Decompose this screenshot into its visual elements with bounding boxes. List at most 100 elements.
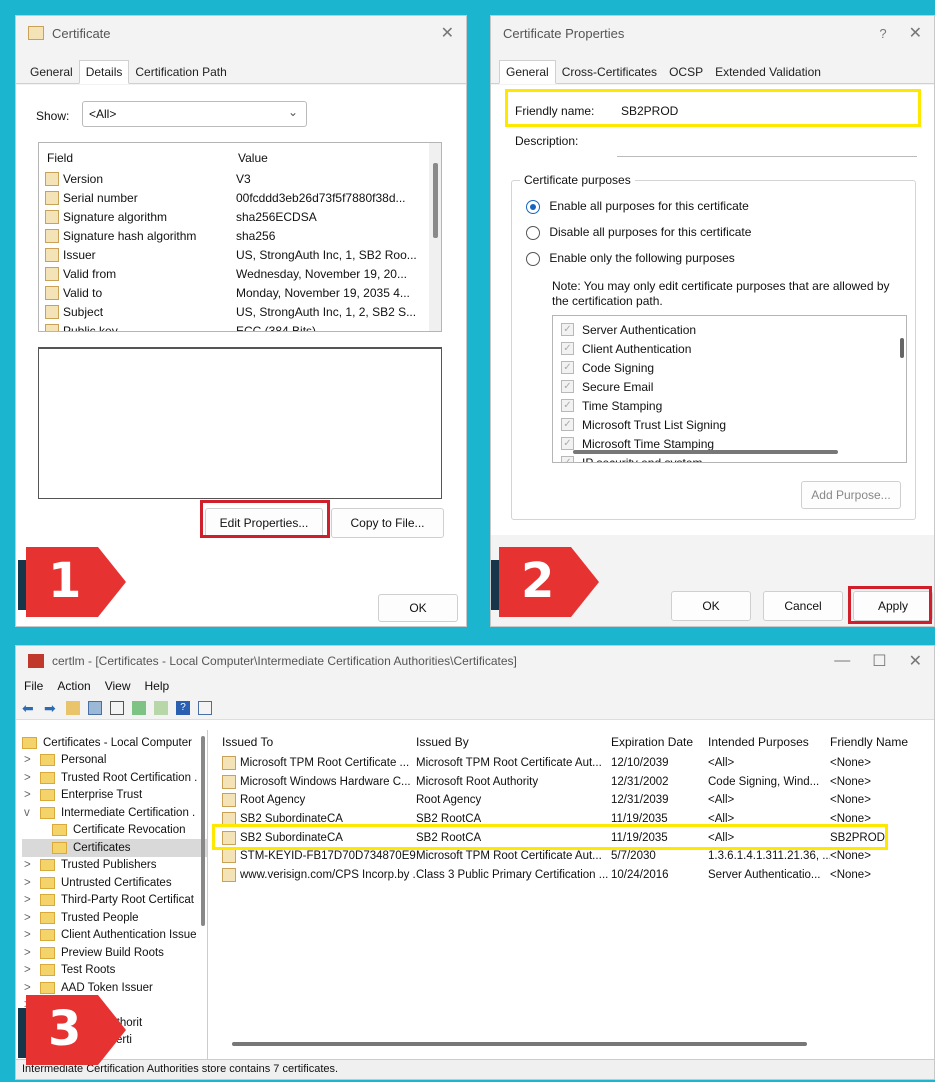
radio-enable-following[interactable]: Enable only the following purposes [526, 251, 735, 266]
close-icon[interactable]: ✕ [909, 651, 922, 671]
certificate-row[interactable]: www.verisign.com/CPS Incorp.by ... Class … [216, 866, 934, 885]
tab-ocsp[interactable]: OCSP [663, 61, 709, 83]
tab-extended-validation[interactable]: Extended Validation [709, 61, 827, 83]
chevron-right-icon[interactable]: > [24, 912, 40, 924]
refresh-icon[interactable] [132, 700, 146, 715]
column-friendly-name[interactable]: Friendly Name [830, 735, 908, 749]
tree-item[interactable]: > Trusted Root Certification . [22, 769, 207, 787]
maximize-icon[interactable]: ☐ [872, 651, 886, 671]
field-row[interactable]: Valid from Wednesday, November 19, 20... [39, 264, 441, 283]
field-row[interactable]: Subject US, StrongAuth Inc, 1, 2, SB2 S..… [39, 302, 441, 321]
show-select[interactable]: <All> ⌄ [82, 101, 307, 127]
chevron-right-icon[interactable]: > [24, 929, 40, 941]
field-row[interactable]: Issuer US, StrongAuth Inc, 1, SB2 Roo... [39, 245, 441, 264]
tree-item[interactable]: > Trusted People [22, 909, 207, 927]
purpose-item[interactable]: ✓ Client Authentication [553, 339, 906, 358]
tree-item[interactable]: > Untrusted Certificates [22, 874, 207, 892]
tree-scrollbar[interactable] [201, 736, 205, 926]
field-row[interactable]: Serial number 00fcddd3eb26d73f5f7880f38d.… [39, 188, 441, 207]
field-row[interactable]: Signature hash algorithm sha256 [39, 226, 441, 245]
checkbox[interactable]: ✓ [561, 361, 574, 374]
chevron-right-icon[interactable]: > [24, 754, 40, 766]
clipboard-icon[interactable] [110, 700, 124, 715]
add-purpose-button[interactable]: Add Purpose... [801, 481, 901, 509]
radio-enable-all[interactable]: Enable all purposes for this certificate [526, 199, 749, 214]
tree-item[interactable]: > AAD Token Issuer [22, 979, 207, 997]
up-folder-icon[interactable] [66, 700, 80, 715]
purpose-item[interactable]: ✓ Secure Email [553, 377, 906, 396]
menu-action[interactable]: Action [57, 679, 90, 693]
radio-button[interactable] [526, 225, 540, 240]
radio-disable-all[interactable]: Disable all purposes for this certificat… [526, 225, 751, 240]
checkbox[interactable]: ✓ [561, 456, 574, 462]
chevron-right-icon[interactable]: > [24, 982, 40, 994]
certificate-row[interactable]: Microsoft TPM Root Certificate ... Micros… [216, 754, 934, 773]
back-arrow-icon[interactable]: ⬅ [22, 701, 36, 715]
chevron-right-icon[interactable]: > [24, 894, 40, 906]
tab-general[interactable]: General [24, 61, 79, 83]
tree-item[interactable]: > Third-Party Root Certificat [22, 892, 207, 910]
tab-general[interactable]: General [499, 60, 556, 84]
tree-item[interactable]: Certificate Revocation [22, 822, 207, 840]
certificate-row[interactable]: Microsoft Windows Hardware C... Microsoft… [216, 773, 934, 792]
checkbox[interactable]: ✓ [561, 342, 574, 355]
copy-to-file-button[interactable]: Copy to File... [331, 508, 444, 538]
forward-arrow-icon[interactable]: ➡ [44, 701, 58, 715]
checkbox[interactable]: ✓ [561, 437, 574, 450]
field-row[interactable]: Version V3 [39, 169, 441, 188]
radio-button[interactable] [526, 251, 540, 266]
tree-item[interactable]: v Intermediate Certification . [22, 804, 207, 822]
tree-item[interactable]: > Test Roots [22, 962, 207, 980]
ok-button[interactable]: OK [378, 594, 458, 622]
menu-view[interactable]: View [105, 679, 131, 693]
column-issued-to[interactable]: Issued To [222, 735, 416, 749]
checkbox[interactable]: ✓ [561, 323, 574, 336]
purpose-item[interactable]: ✓ IP security end system [553, 453, 906, 462]
ok-button[interactable]: OK [671, 591, 751, 621]
tree-item[interactable]: Certificates [22, 839, 207, 857]
radio-button[interactable] [526, 199, 540, 214]
checkbox[interactable]: ✓ [561, 399, 574, 412]
purpose-item[interactable]: ✓ Server Authentication [553, 320, 906, 339]
chevron-down-icon[interactable]: v [24, 807, 40, 819]
chevron-right-icon[interactable]: > [24, 947, 40, 959]
chevron-right-icon[interactable]: > [24, 964, 40, 976]
properties-icon[interactable] [198, 700, 212, 715]
tree-item[interactable]: > Trusted Publishers [22, 857, 207, 875]
column-field[interactable]: Field [47, 151, 238, 165]
chevron-right-icon[interactable]: > [24, 877, 40, 889]
field-row[interactable]: Signature algorithm sha256ECDSA [39, 207, 441, 226]
checkbox[interactable]: ✓ [561, 380, 574, 393]
checkbox[interactable]: ✓ [561, 418, 574, 431]
list-hscroll[interactable] [232, 1042, 807, 1046]
tree-item[interactable]: > Personal [22, 752, 207, 770]
purposes-list-vscroll[interactable] [900, 338, 904, 358]
chevron-right-icon[interactable]: > [24, 789, 40, 801]
minimize-icon[interactable]: — [834, 652, 850, 670]
field-list-scrollbar[interactable] [429, 143, 441, 331]
close-icon[interactable]: ✕ [441, 23, 454, 43]
field-row[interactable]: Public key ECC (384 Bits) [39, 321, 441, 331]
export-list-icon[interactable] [154, 700, 168, 715]
tab-certification-path[interactable]: Certification Path [129, 61, 232, 83]
column-intended-purposes[interactable]: Intended Purposes [708, 735, 830, 749]
help-icon[interactable]: ? [879, 26, 886, 41]
field-row[interactable]: Valid to Monday, November 19, 2035 4... [39, 283, 441, 302]
purpose-item[interactable]: ✓ Microsoft Trust List Signing [553, 415, 906, 434]
column-issued-by[interactable]: Issued By [416, 735, 611, 749]
cancel-button[interactable]: Cancel [763, 591, 843, 621]
tree-item[interactable]: > Enterprise Trust [22, 787, 207, 805]
purposes-list-hscroll[interactable] [573, 450, 838, 454]
tree-item[interactable]: > Client Authentication Issue [22, 927, 207, 945]
column-expiration-date[interactable]: Expiration Date [611, 735, 708, 749]
chevron-right-icon[interactable]: > [24, 859, 40, 871]
menu-help[interactable]: Help [145, 679, 170, 693]
column-value[interactable]: Value [238, 151, 268, 165]
close-icon[interactable]: ✕ [909, 23, 922, 43]
tab-details[interactable]: Details [78, 60, 130, 84]
chevron-right-icon[interactable]: > [24, 772, 40, 784]
description-input[interactable] [617, 129, 917, 157]
certificate-row[interactable]: Root Agency Root Agency 12/31/2039 <All> <No… [216, 791, 934, 810]
tree-item[interactable]: Certificates - Local Computer [22, 734, 207, 752]
tree-item[interactable]: > Preview Build Roots [22, 944, 207, 962]
